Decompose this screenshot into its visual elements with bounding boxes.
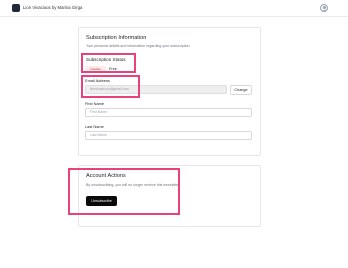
status-highlight-box xyxy=(81,53,136,73)
first-name-label: First Name xyxy=(85,101,105,106)
last-name-label: Last Name xyxy=(85,124,104,129)
account-actions-highlight-box xyxy=(68,168,180,215)
subscription-subtitle: Your personal details and information re… xyxy=(86,44,191,48)
first-name-input[interactable]: First Name xyxy=(85,108,252,117)
app-title: Lion Vivacious by Marina Girga xyxy=(23,5,83,10)
last-name-input[interactable]: Last Name xyxy=(85,131,252,140)
subscription-title: Subscription Information xyxy=(86,35,147,41)
top-bar: Lion Vivacious by Marina Girga xyxy=(0,0,348,17)
user-avatar-icon[interactable] xyxy=(320,4,328,12)
email-highlight-box xyxy=(81,75,140,98)
square-logo-icon[interactable] xyxy=(12,4,20,12)
change-email-button[interactable]: Change xyxy=(230,85,252,95)
